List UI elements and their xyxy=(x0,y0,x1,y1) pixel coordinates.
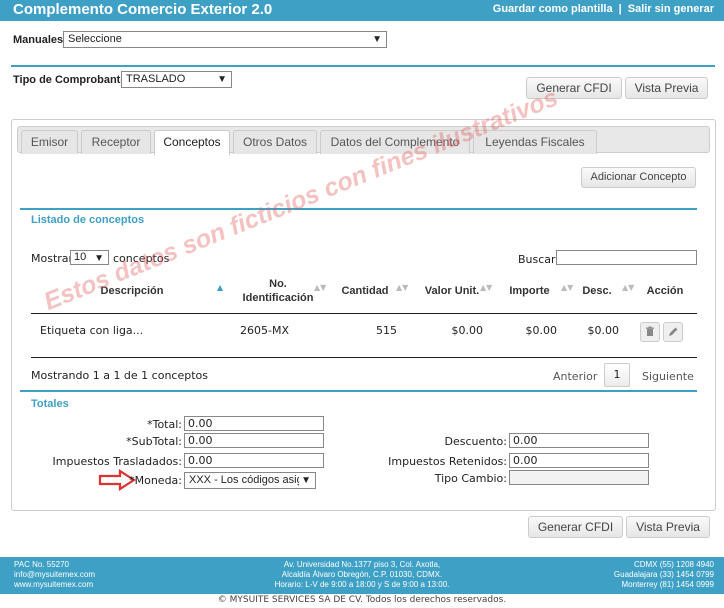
add-concept-button[interactable]: Adicionar Concepto xyxy=(581,167,696,188)
tipo-cambio-label: Tipo Cambio: xyxy=(434,472,507,485)
column-accion: Acción xyxy=(646,285,684,297)
column-cantidad[interactable]: Cantidad xyxy=(337,285,393,297)
divider xyxy=(20,390,697,392)
chevron-down-icon: ▼ xyxy=(299,475,311,486)
impuestos-trasladados-label: Impuestos Trasladados: xyxy=(52,455,182,468)
pagination-previous[interactable]: Anterior xyxy=(553,370,597,383)
exit-without-generating-link[interactable]: Salir sin generar xyxy=(628,3,714,15)
app-title: Complemento Comercio Exterior 2.0 xyxy=(13,1,273,18)
sort-icon: ▲▼ xyxy=(314,283,327,292)
sort-icon: ▲▼ xyxy=(396,283,409,292)
impuestos-retenidos-field[interactable]: 0.00 xyxy=(509,453,649,468)
table-footer-rule xyxy=(31,357,697,358)
cell-importe: $0.00 xyxy=(525,324,558,337)
moneda-value: XXX - Los códigos asign xyxy=(189,474,309,486)
table-info: Mostrando 1 a 1 de 1 conceptos xyxy=(31,369,208,382)
chevron-down-icon: ▼ xyxy=(372,34,382,45)
subtotal-field[interactable]: 0.00 xyxy=(184,433,324,448)
cell-valor-unit: $0.00 xyxy=(451,324,484,337)
footer-address: Av. Universidad No.1377 piso 3, Col. Axo… xyxy=(274,560,450,589)
sort-asc-icon: ▲ xyxy=(217,283,224,292)
total-field[interactable]: 0.00 xyxy=(184,416,324,431)
impuestos-trasladados-field[interactable]: 0.00 xyxy=(184,453,324,468)
descuento-label: Descuento: xyxy=(444,435,507,448)
descuento-field[interactable]: 0.00 xyxy=(509,433,649,448)
search-label: Buscar: xyxy=(518,253,560,266)
column-valor-unit[interactable]: Valor Unit. xyxy=(417,285,487,297)
cell-desc: $0.00 xyxy=(587,324,620,337)
chevron-down-icon: ▼ xyxy=(217,74,227,85)
footer-contact: PAC No. 55270 info@mysuitemex.com www.my… xyxy=(14,560,96,590)
link-separator: | xyxy=(618,3,622,15)
footer: PAC No. 55270 info@mysuitemex.com www.my… xyxy=(0,557,724,594)
manuales-label: Manuales: xyxy=(13,34,67,46)
page-length-select[interactable]: 10 ▼ xyxy=(70,250,109,265)
cell-descripcion: Etiqueta con liga... xyxy=(40,324,144,337)
cell-cantidad: 515 xyxy=(376,324,397,337)
chevron-down-icon: ▼ xyxy=(94,253,104,264)
totales-title: Totales xyxy=(31,398,69,410)
column-descripcion[interactable]: Descripción xyxy=(72,285,192,297)
show-label: Mostrar xyxy=(31,252,74,265)
copyright: © MYSUITE SERVICES SA DE CV. Todos los d… xyxy=(217,595,507,605)
tipo-comprobante-value: TRASLADO xyxy=(126,73,186,85)
concept-list-title: Listado de conceptos xyxy=(31,214,145,226)
vista-previa-button-bottom[interactable]: Vista Previa xyxy=(626,516,710,538)
tab-strip: Emisor Receptor Conceptos Otros Datos Da… xyxy=(17,126,710,155)
column-no-identificacion[interactable]: No. Identificación xyxy=(238,277,318,305)
cell-no-identificacion: 2605-MX xyxy=(240,324,289,337)
show-suffix: conceptos xyxy=(113,252,170,265)
sort-icon: ▲▼ xyxy=(480,283,493,292)
tab-datos-complemento[interactable]: Datos del Complemento xyxy=(320,130,470,154)
impuestos-retenidos-label: Impuestos Retenidos: xyxy=(388,455,507,468)
footer-website-link[interactable]: www.mysuitemex.com xyxy=(14,580,95,590)
table-header-rule xyxy=(31,313,697,314)
delete-button[interactable] xyxy=(640,322,660,342)
divider xyxy=(11,65,715,67)
top-links: Guardar como plantilla | Salir sin gener… xyxy=(493,3,714,15)
edit-button[interactable] xyxy=(663,322,683,342)
subtotal-label: *SubTotal: xyxy=(126,435,182,448)
manuales-select[interactable]: Seleccione ▼ xyxy=(63,31,387,48)
manuales-value: Seleccione xyxy=(68,33,122,45)
tab-leyendas-fiscales[interactable]: Leyendas Fiscales xyxy=(473,130,597,154)
vista-previa-button[interactable]: Vista Previa xyxy=(625,77,708,99)
tipo-comprobante-select[interactable]: TRASLADO ▼ xyxy=(121,71,232,88)
generar-cfdi-button-bottom[interactable]: Generar CFDI xyxy=(528,516,623,538)
save-template-link[interactable]: Guardar como plantilla xyxy=(493,3,613,15)
sort-icon: ▲▼ xyxy=(622,283,635,292)
pagination-page-1[interactable]: 1 xyxy=(604,363,630,387)
top-bar: Complemento Comercio Exterior 2.0 Guarda… xyxy=(0,0,724,21)
footer-email-link[interactable]: info@mysuitemex.com xyxy=(14,570,95,580)
pagination-next[interactable]: Siguiente xyxy=(642,370,694,383)
footer-phones: CDMX (55) 1208 4940 Guadalajara (33) 145… xyxy=(613,560,714,589)
tab-conceptos[interactable]: Conceptos xyxy=(154,130,230,155)
divider xyxy=(20,208,697,210)
moneda-select[interactable]: XXX - Los códigos asign ▼ xyxy=(184,472,316,489)
trash-icon xyxy=(646,326,654,336)
total-label: *Total: xyxy=(147,418,182,431)
tipo-comprobante-label: Tipo de Comprobante: xyxy=(13,74,131,86)
tab-receptor[interactable]: Receptor xyxy=(81,130,151,154)
pencil-icon xyxy=(669,327,678,336)
sort-icon: ▲▼ xyxy=(561,283,574,292)
column-importe[interactable]: Importe xyxy=(502,285,557,297)
column-desc[interactable]: Desc. xyxy=(577,285,617,297)
search-input[interactable] xyxy=(556,250,697,265)
page-length-value: 10 xyxy=(74,251,87,263)
tipo-cambio-field[interactable] xyxy=(509,470,649,485)
moneda-label: *Moneda: xyxy=(129,474,182,487)
tabs-panel: Emisor Receptor Conceptos Otros Datos Da… xyxy=(11,119,716,511)
tab-emisor[interactable]: Emisor xyxy=(21,130,78,154)
tab-otros-datos[interactable]: Otros Datos xyxy=(233,130,317,154)
generar-cfdi-button[interactable]: Generar CFDI xyxy=(526,77,622,99)
